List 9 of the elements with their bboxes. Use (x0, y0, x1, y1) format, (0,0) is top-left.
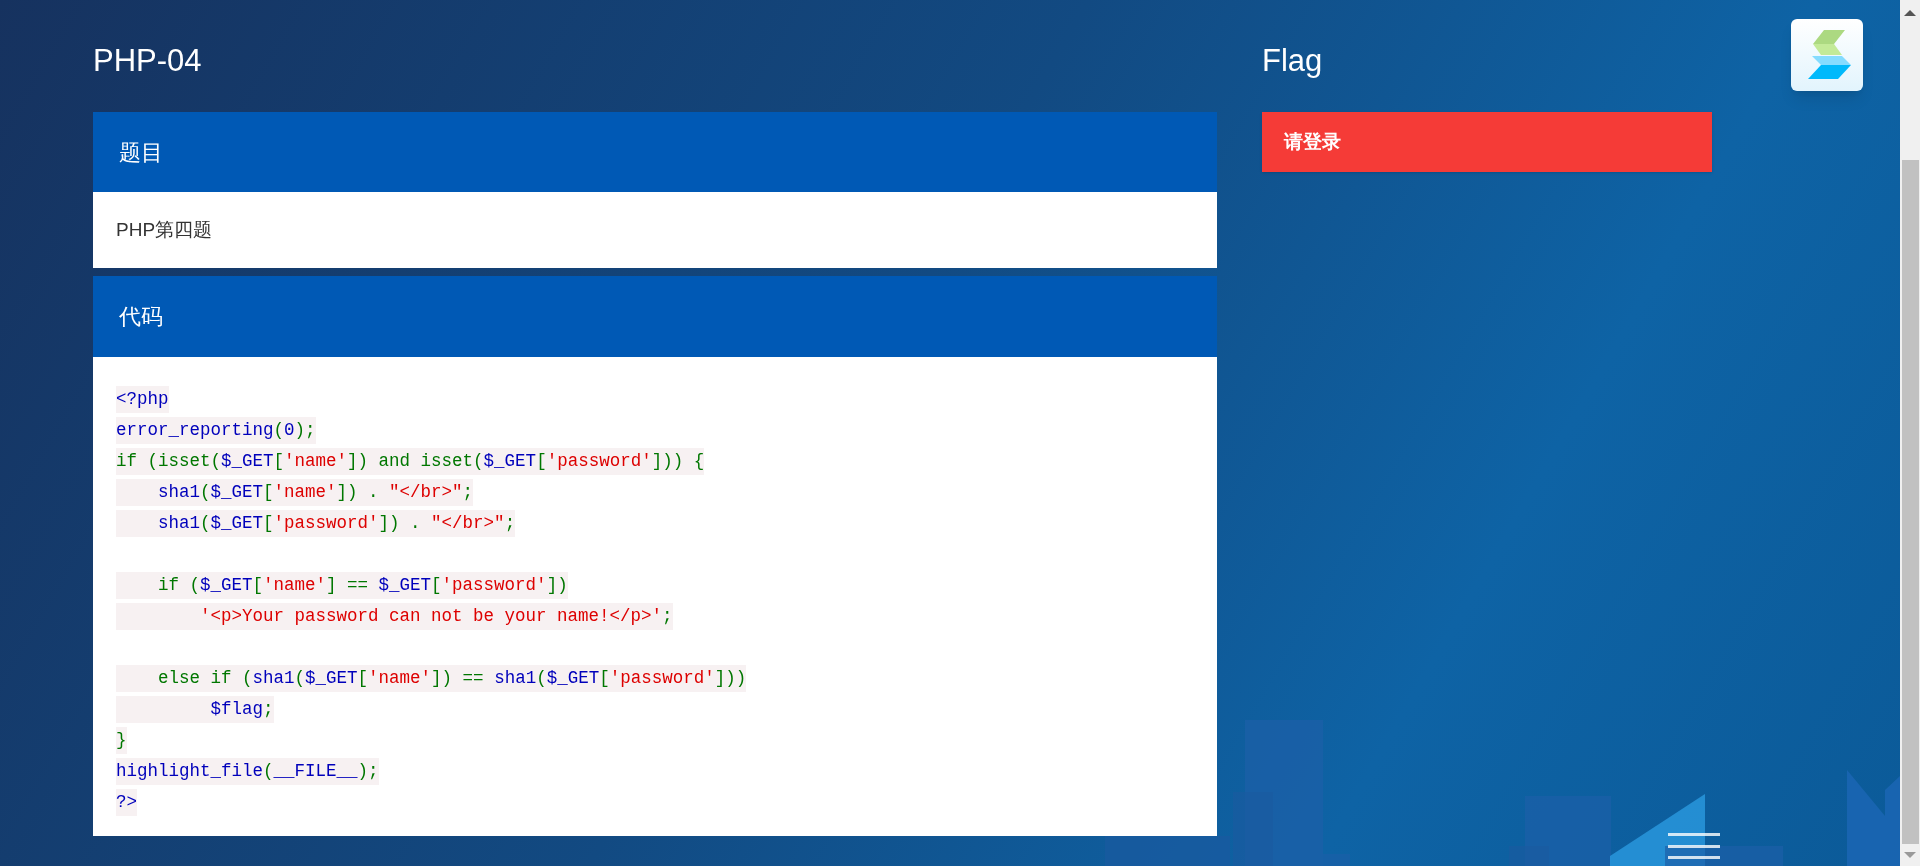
menu-button[interactable] (1668, 832, 1720, 860)
scrollbar[interactable] (1900, 0, 1920, 866)
logo-icon (1791, 19, 1863, 91)
login-alert: 请登录 (1262, 112, 1712, 172)
question-text: PHP第四题 (93, 192, 1217, 268)
page-title: PHP-04 (93, 42, 203, 80)
flag-title: Flag (1262, 42, 1324, 80)
code-header: 代码 (93, 276, 1217, 357)
question-header: 题目 (93, 112, 1217, 192)
